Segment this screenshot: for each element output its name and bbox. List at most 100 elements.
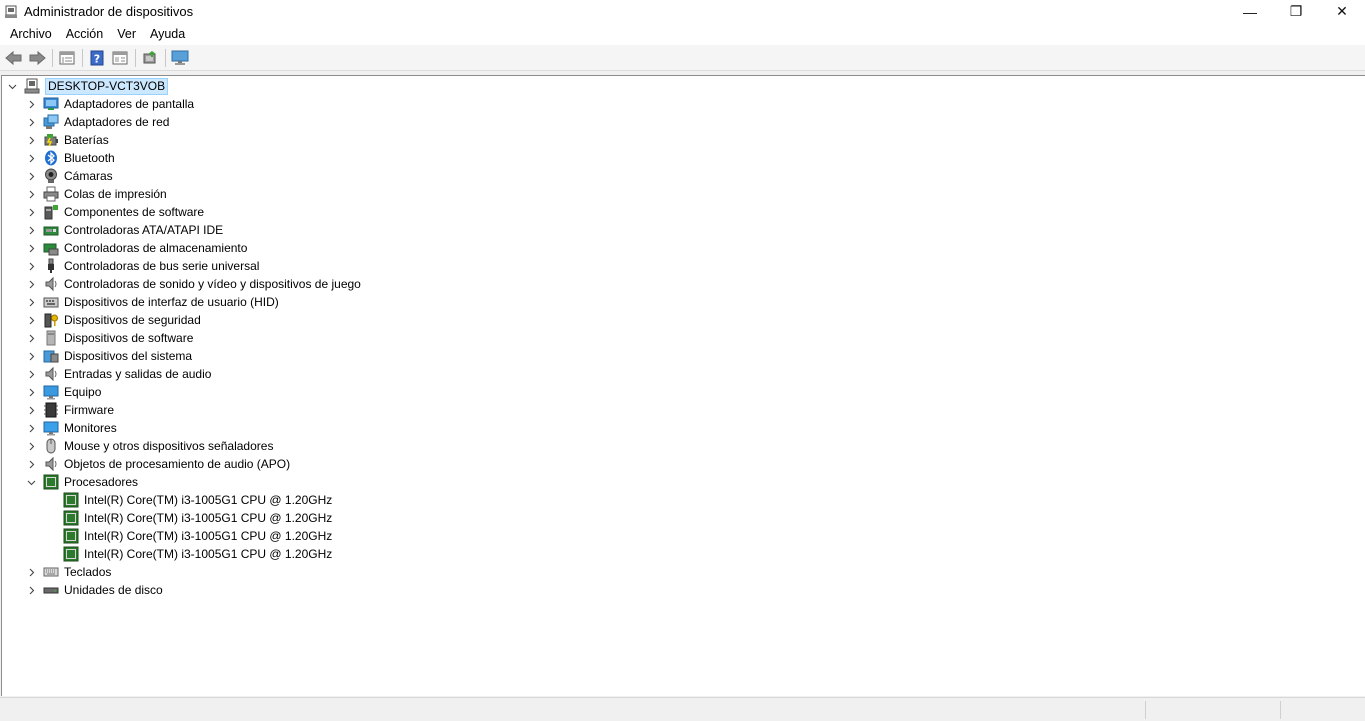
menu-accion[interactable]: Acción: [60, 23, 110, 45]
expand-chevron-icon[interactable]: [25, 149, 37, 167]
expand-chevron-icon[interactable]: [25, 329, 37, 347]
processor-icon: [43, 474, 59, 490]
tree-device-node[interactable]: Intel(R) Core(TM) i3-1005G1 CPU @ 1.20GH…: [63, 509, 332, 527]
status-bar: [0, 697, 1365, 721]
expand-chevron-icon[interactable]: [25, 275, 37, 293]
tree-category[interactable]: Controladoras de almacenamiento: [25, 239, 247, 257]
tree-root-node[interactable]: DESKTOP-VCT3VOB: [6, 77, 169, 95]
expand-chevron-icon[interactable]: [25, 437, 37, 455]
expand-chevron-icon[interactable]: [25, 455, 37, 473]
update-driver-icon: [143, 50, 156, 63]
help-button[interactable]: ?: [86, 47, 108, 69]
tree-category[interactable]: Firmware: [25, 401, 114, 419]
tree-category[interactable]: Procesadores: [25, 473, 138, 491]
tree-category[interactable]: Unidades de disco: [25, 581, 163, 599]
ide-controller-icon: [43, 222, 59, 238]
tree-category[interactable]: Objetos de procesamiento de audio (APO): [25, 455, 290, 473]
view-button[interactable]: [109, 47, 131, 69]
minimize-button[interactable]: —: [1227, 0, 1273, 23]
tree-category[interactable]: Entradas y salidas de audio: [25, 365, 211, 383]
expand-chevron-icon[interactable]: [25, 581, 37, 599]
menu-ayuda[interactable]: Ayuda: [144, 23, 191, 45]
system-device-icon: [43, 348, 59, 364]
device-label: Intel(R) Core(TM) i3-1005G1 CPU @ 1.20GH…: [84, 529, 333, 543]
update-driver-button[interactable]: [139, 47, 161, 69]
tree-category[interactable]: Controladoras de sonido y vídeo y dispos…: [25, 275, 361, 293]
expand-chevron-icon[interactable]: [25, 311, 37, 329]
expand-chevron-icon[interactable]: [25, 563, 37, 581]
device-tree[interactable]: DESKTOP-VCT3VOB Adaptadores de pantalla Ad…: [1, 75, 1365, 696]
collapse-chevron-icon[interactable]: [25, 473, 37, 491]
tree-category[interactable]: Baterías: [25, 131, 109, 149]
expand-chevron-icon[interactable]: [25, 221, 37, 239]
speaker-icon: [43, 276, 59, 292]
menu-archivo[interactable]: Archivo: [4, 23, 58, 45]
category-label: Monitores: [64, 421, 117, 435]
toolbar-separator: [52, 48, 53, 67]
audio-io-icon: [43, 366, 59, 382]
category-label: Dispositivos de seguridad: [64, 313, 201, 327]
toolbar: ?: [0, 45, 1365, 71]
device-manager-app-icon: [4, 5, 18, 19]
forward-button[interactable]: [26, 47, 48, 69]
expand-chevron-icon[interactable]: [25, 365, 37, 383]
tree-category[interactable]: Teclados: [25, 563, 111, 581]
close-button[interactable]: ✕: [1319, 0, 1365, 23]
tree-category[interactable]: Colas de impresión: [25, 185, 167, 203]
tree-category[interactable]: Adaptadores de red: [25, 113, 169, 131]
processor-icon: [63, 492, 79, 508]
minimize-icon: —: [1243, 3, 1257, 20]
tree-category[interactable]: Cámaras: [25, 167, 113, 185]
category-label: Controladoras de sonido y vídeo y dispos…: [64, 277, 361, 291]
svg-text:?: ?: [94, 52, 100, 65]
expand-chevron-icon[interactable]: [25, 239, 37, 257]
storage-controller-icon: [43, 240, 59, 256]
tree-category[interactable]: Dispositivos de seguridad: [25, 311, 201, 329]
expand-chevron-icon[interactable]: [25, 383, 37, 401]
tree-category[interactable]: Controladoras de bus serie universal: [25, 257, 259, 275]
expand-chevron-icon[interactable]: [25, 419, 37, 437]
tree-category[interactable]: Componentes de software: [25, 203, 204, 221]
toolbar-separator: [82, 48, 83, 67]
mouse-icon: [43, 438, 59, 454]
tree-category[interactable]: Bluetooth: [25, 149, 115, 167]
tree-category[interactable]: Monitores: [25, 419, 117, 437]
expand-chevron-icon[interactable]: [25, 401, 37, 419]
expand-chevron-icon[interactable]: [25, 203, 37, 221]
computer-icon: [43, 384, 59, 400]
expand-chevron-icon[interactable]: [25, 131, 37, 149]
tree-category[interactable]: Adaptadores de pantalla: [25, 95, 194, 113]
display-adapter-icon: [43, 96, 59, 112]
tree-category[interactable]: Equipo: [25, 383, 101, 401]
scan-hardware-button[interactable]: [169, 47, 191, 69]
monitor-icon: [43, 420, 59, 436]
expand-chevron-icon[interactable]: [25, 347, 37, 365]
expand-chevron-icon[interactable]: [25, 185, 37, 203]
tree-category[interactable]: Dispositivos del sistema: [25, 347, 192, 365]
expand-chevron-icon[interactable]: [25, 293, 37, 311]
tree-category[interactable]: Dispositivos de software: [25, 329, 193, 347]
menu-ver[interactable]: Ver: [111, 23, 142, 45]
properties-view-button[interactable]: [56, 47, 78, 69]
restore-button[interactable]: ❐: [1273, 0, 1319, 23]
tree-device-node[interactable]: Intel(R) Core(TM) i3-1005G1 CPU @ 1.20GH…: [63, 527, 332, 545]
tree-category[interactable]: Controladoras ATA/ATAPI IDE: [25, 221, 223, 239]
category-label: Controladoras de almacenamiento: [64, 241, 248, 255]
collapse-chevron-icon[interactable]: [6, 77, 18, 95]
back-button[interactable]: [3, 47, 25, 69]
category-label: Mouse y otros dispositivos señaladores: [64, 439, 274, 453]
tree-category[interactable]: Dispositivos de interfaz de usuario (HID…: [25, 293, 279, 311]
device-label: Intel(R) Core(TM) i3-1005G1 CPU @ 1.20GH…: [84, 547, 333, 561]
category-label: Colas de impresión: [64, 187, 167, 201]
expand-chevron-icon[interactable]: [25, 113, 37, 131]
forward-icon: [29, 50, 46, 65]
tree-device-node[interactable]: Intel(R) Core(TM) i3-1005G1 CPU @ 1.20GH…: [63, 491, 332, 509]
tree-category[interactable]: Mouse y otros dispositivos señaladores: [25, 437, 273, 455]
expand-chevron-icon[interactable]: [25, 167, 37, 185]
expand-chevron-icon[interactable]: [25, 257, 37, 275]
category-label: Entradas y salidas de audio: [64, 367, 212, 381]
category-label: Dispositivos de software: [64, 331, 194, 345]
processor-icon: [63, 546, 79, 562]
tree-device-node[interactable]: Intel(R) Core(TM) i3-1005G1 CPU @ 1.20GH…: [63, 545, 332, 563]
expand-chevron-icon[interactable]: [25, 95, 37, 113]
